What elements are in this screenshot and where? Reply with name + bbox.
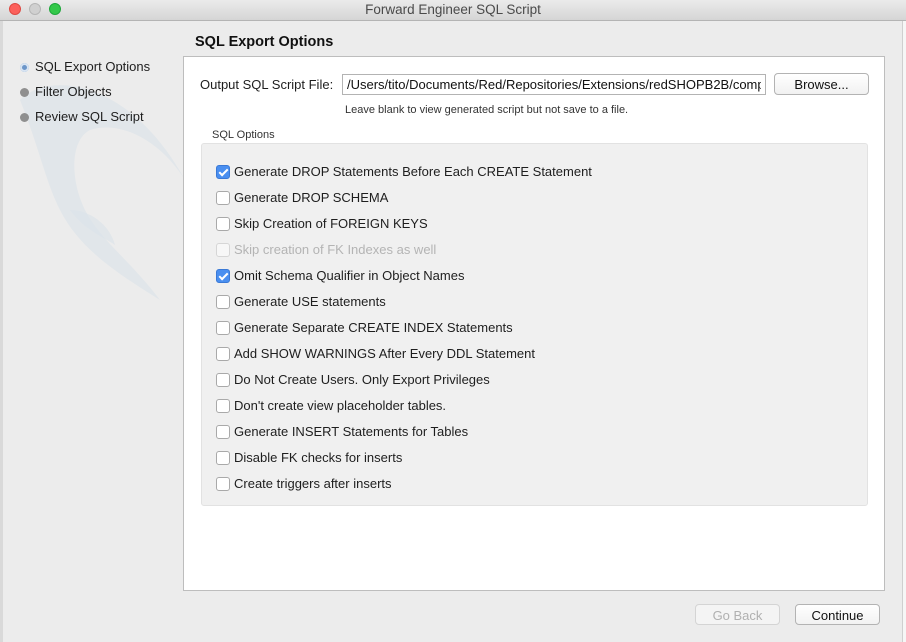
step-sql-export-options[interactable]: SQL Export Options <box>20 59 150 84</box>
go-back-button[interactable]: Go Back <box>695 604 780 625</box>
forward-engineer-window: Forward Engineer SQL Script SQL Export O… <box>0 0 906 642</box>
sql-option-label: Create triggers after inserts <box>234 476 392 491</box>
wizard-steps: SQL Export Options Filter Objects Review… <box>20 59 150 134</box>
window-title: Forward Engineer SQL Script <box>365 2 541 17</box>
sql-option-label: Omit Schema Qualifier in Object Names <box>234 268 465 283</box>
continue-button[interactable]: Continue <box>795 604 880 625</box>
checkbox[interactable] <box>216 399 230 413</box>
output-file-input[interactable] <box>342 74 766 95</box>
step-label: SQL Export Options <box>35 59 151 74</box>
checkbox[interactable] <box>216 347 230 361</box>
checkbox[interactable] <box>216 191 230 205</box>
sql-option-label: Don't create view placeholder tables. <box>234 398 447 413</box>
checkbox[interactable] <box>216 321 230 335</box>
sql-option-label: Skip creation of FK Indexes as well <box>234 242 437 257</box>
title-bar: Forward Engineer SQL Script <box>0 0 906 21</box>
sql-option-label: Do Not Create Users. Only Export Privile… <box>234 372 490 387</box>
checkbox[interactable] <box>216 217 230 231</box>
sql-option-label: Add SHOW WARNINGS After Every DDL Statem… <box>234 346 536 361</box>
step-review-sql-script[interactable]: Review SQL Script <box>20 109 150 134</box>
active-step-indicator-icon <box>20 63 29 72</box>
output-file-label: Output SQL Script File: <box>200 77 334 92</box>
background-window-edge <box>0 21 3 642</box>
sql-options-group-label: SQL Options <box>212 129 275 141</box>
checkbox[interactable] <box>216 373 230 387</box>
checkbox-checked[interactable] <box>216 269 230 283</box>
output-file-hint: Leave blank to view generated script but… <box>345 104 629 116</box>
checkbox[interactable] <box>216 451 230 465</box>
sql-option-label: Generate Separate CREATE INDEX Statement… <box>234 320 513 335</box>
step-label: Filter Objects <box>35 84 112 99</box>
step-indicator-icon <box>20 88 29 97</box>
sql-option-label: Generate DROP Statements Before Each CRE… <box>234 164 592 179</box>
checkbox[interactable] <box>216 295 230 309</box>
step-indicator-icon <box>20 113 29 122</box>
sql-option-label: Disable FK checks for inserts <box>234 450 403 465</box>
checkbox <box>216 243 230 257</box>
step-label: Review SQL Script <box>35 109 144 124</box>
sql-option-label: Generate USE statements <box>234 294 386 309</box>
step-filter-objects[interactable]: Filter Objects <box>20 84 150 109</box>
checkbox[interactable] <box>216 425 230 439</box>
sql-option-label: Generate INSERT Statements for Tables <box>234 424 469 439</box>
checkbox[interactable] <box>216 477 230 491</box>
section-title: SQL Export Options <box>195 34 334 50</box>
checkbox-checked[interactable] <box>216 165 230 179</box>
sql-option-label: Skip Creation of FOREIGN KEYS <box>234 216 428 231</box>
sql-option-label: Generate DROP SCHEMA <box>234 190 389 205</box>
browse-button[interactable]: Browse... <box>774 73 869 95</box>
background-window-edge-right <box>902 21 906 642</box>
